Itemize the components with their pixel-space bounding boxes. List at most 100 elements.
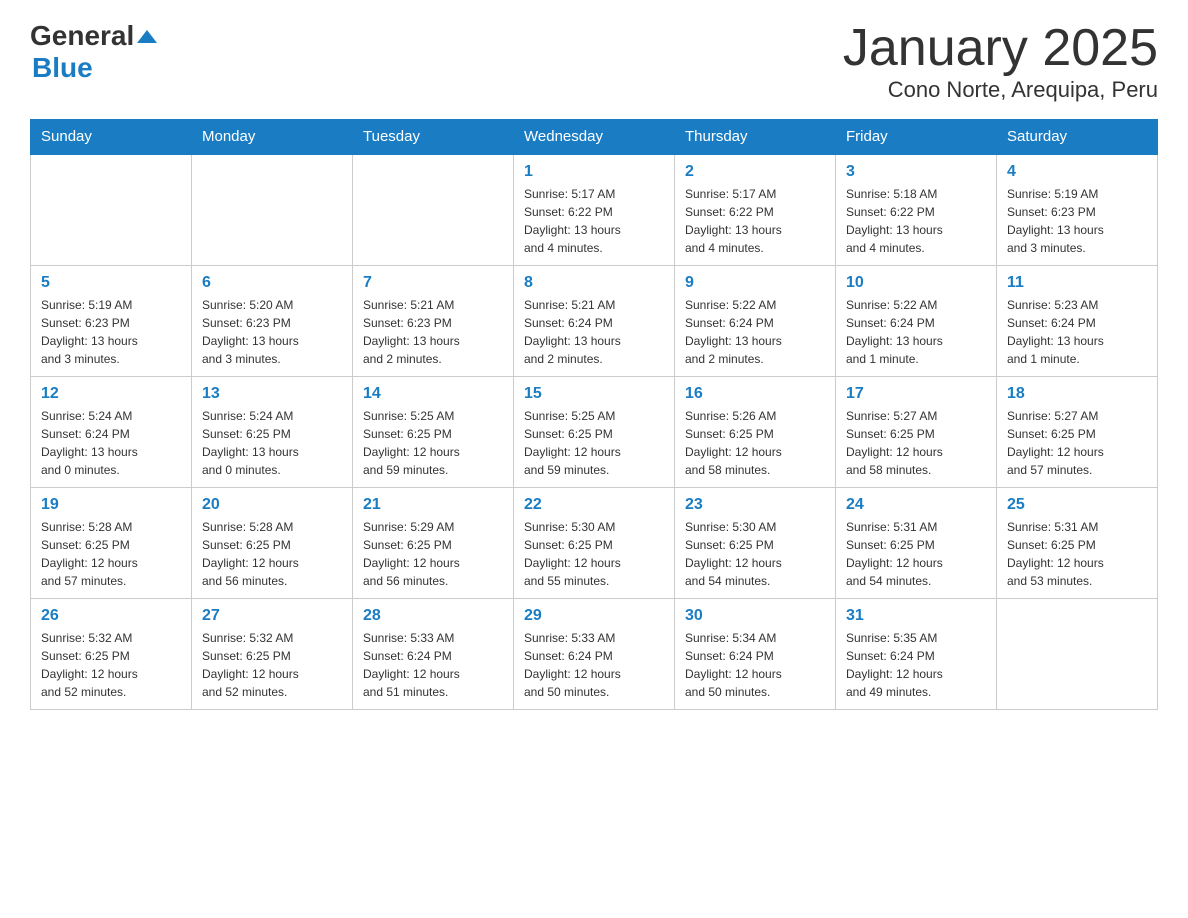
day-number: 2 [685,163,825,181]
day-info: Sunrise: 5:21 AM Sunset: 6:24 PM Dayligh… [524,296,664,368]
calendar-cell: 6Sunrise: 5:20 AM Sunset: 6:23 PM Daylig… [192,266,353,377]
day-info: Sunrise: 5:25 AM Sunset: 6:25 PM Dayligh… [363,407,503,479]
calendar-cell: 29 Sunrise: 5:33 AM Sunset: 6:24 PM Dayli… [514,599,675,710]
day-info: Sunrise: 5:19 AM Sunset: 6:23 PM Dayligh… [1007,185,1147,257]
day-number: 25 [1007,496,1147,514]
day-info: Sunrise: 5:33 AM Sunset: 6:24 PM Dayligh… [363,629,503,701]
day-info: Sunrise: 5:33 AM Sunset: 6:24 PM Dayligh… [524,629,664,701]
calendar-cell: 1 Sunrise: 5:17 AM Sunset: 6:22 PM Daylig… [514,154,675,266]
day-number: 28 [363,607,503,625]
calendar-cell: 28 Sunrise: 5:33 AM Sunset: 6:24 PM Dayli… [353,599,514,710]
day-number: 24 [846,496,986,514]
calendar-cell [353,154,514,266]
calendar-cell: 9 Sunrise: 5:22 AM Sunset: 6:24 PM Daylig… [675,266,836,377]
page-header: General Blue January 2025 Cono Norte, Ar… [30,20,1158,103]
day-number: 15 [524,385,664,403]
calendar-cell [31,154,192,266]
header-row: SundayMondayTuesdayWednesdayThursdayFrid… [31,120,1158,155]
calendar-cell: 22 Sunrise: 5:30 AM Sunset: 6:25 PM Dayli… [514,488,675,599]
calendar-cell: 20 Sunrise: 5:28 AM Sunset: 6:25 PM Dayli… [192,488,353,599]
week-row-1: 1 Sunrise: 5:17 AM Sunset: 6:22 PM Daylig… [31,154,1158,266]
day-number: 22 [524,496,664,514]
day-info: Sunrise: 5:32 AM Sunset: 6:25 PM Dayligh… [202,629,342,701]
day-info: Sunrise: 5:17 AM Sunset: 6:22 PM Dayligh… [524,185,664,257]
calendar-cell: 10Sunrise: 5:22 AM Sunset: 6:24 PM Dayli… [836,266,997,377]
day-info: Sunrise: 5:31 AM Sunset: 6:25 PM Dayligh… [846,518,986,590]
logo-triangle-icon [137,30,157,43]
calendar-cell: 25 Sunrise: 5:31 AM Sunset: 6:25 PM Dayli… [997,488,1158,599]
day-number: 19 [41,496,181,514]
calendar-cell: 18Sunrise: 5:27 AM Sunset: 6:25 PM Dayli… [997,377,1158,488]
day-info: Sunrise: 5:20 AM Sunset: 6:23 PM Dayligh… [202,296,342,368]
day-number: 18 [1007,385,1147,403]
day-number: 29 [524,607,664,625]
calendar-cell: 21Sunrise: 5:29 AM Sunset: 6:25 PM Dayli… [353,488,514,599]
calendar-cell: 27 Sunrise: 5:32 AM Sunset: 6:25 PM Dayli… [192,599,353,710]
calendar-cell: 2Sunrise: 5:17 AM Sunset: 6:22 PM Daylig… [675,154,836,266]
week-row-3: 12Sunrise: 5:24 AM Sunset: 6:24 PM Dayli… [31,377,1158,488]
calendar-cell: 5 Sunrise: 5:19 AM Sunset: 6:23 PM Daylig… [31,266,192,377]
day-info: Sunrise: 5:30 AM Sunset: 6:25 PM Dayligh… [524,518,664,590]
day-number: 31 [846,607,986,625]
logo: General Blue [30,20,157,84]
day-number: 30 [685,607,825,625]
logo-general-text: General [30,20,134,52]
day-header-thursday: Thursday [675,120,836,155]
day-number: 16 [685,385,825,403]
day-info: Sunrise: 5:35 AM Sunset: 6:24 PM Dayligh… [846,629,986,701]
day-info: Sunrise: 5:32 AM Sunset: 6:25 PM Dayligh… [41,629,181,701]
calendar-cell: 3 Sunrise: 5:18 AM Sunset: 6:22 PM Daylig… [836,154,997,266]
day-info: Sunrise: 5:28 AM Sunset: 6:25 PM Dayligh… [202,518,342,590]
day-number: 5 [41,274,181,292]
calendar-table: SundayMondayTuesdayWednesdayThursdayFrid… [30,119,1158,710]
day-number: 8 [524,274,664,292]
day-number: 1 [524,163,664,181]
day-number: 7 [363,274,503,292]
day-number: 27 [202,607,342,625]
calendar-body: 1 Sunrise: 5:17 AM Sunset: 6:22 PM Daylig… [31,154,1158,710]
day-number: 11 [1007,274,1147,292]
day-number: 20 [202,496,342,514]
day-number: 10 [846,274,986,292]
calendar-cell: 19Sunrise: 5:28 AM Sunset: 6:25 PM Dayli… [31,488,192,599]
logo-blue-text: Blue [32,52,93,84]
calendar-cell: 11Sunrise: 5:23 AM Sunset: 6:24 PM Dayli… [997,266,1158,377]
day-number: 26 [41,607,181,625]
day-info: Sunrise: 5:18 AM Sunset: 6:22 PM Dayligh… [846,185,986,257]
day-info: Sunrise: 5:26 AM Sunset: 6:25 PM Dayligh… [685,407,825,479]
calendar-cell: 8 Sunrise: 5:21 AM Sunset: 6:24 PM Daylig… [514,266,675,377]
day-number: 12 [41,385,181,403]
day-info: Sunrise: 5:21 AM Sunset: 6:23 PM Dayligh… [363,296,503,368]
day-header-monday: Monday [192,120,353,155]
calendar-subtitle: Cono Norte, Arequipa, Peru [843,77,1158,103]
day-info: Sunrise: 5:24 AM Sunset: 6:25 PM Dayligh… [202,407,342,479]
calendar-cell: 17Sunrise: 5:27 AM Sunset: 6:25 PM Dayli… [836,377,997,488]
day-header-friday: Friday [836,120,997,155]
calendar-cell: 30 Sunrise: 5:34 AM Sunset: 6:24 PM Dayli… [675,599,836,710]
day-info: Sunrise: 5:34 AM Sunset: 6:24 PM Dayligh… [685,629,825,701]
calendar-cell: 16 Sunrise: 5:26 AM Sunset: 6:25 PM Dayli… [675,377,836,488]
day-header-saturday: Saturday [997,120,1158,155]
calendar-cell: 13 Sunrise: 5:24 AM Sunset: 6:25 PM Dayli… [192,377,353,488]
day-number: 17 [846,385,986,403]
calendar-cell: 7 Sunrise: 5:21 AM Sunset: 6:23 PM Daylig… [353,266,514,377]
day-header-tuesday: Tuesday [353,120,514,155]
calendar-cell [192,154,353,266]
week-row-2: 5 Sunrise: 5:19 AM Sunset: 6:23 PM Daylig… [31,266,1158,377]
week-row-4: 19 Sunrise: 5:28 AM Sunset: 6:25 PM Dayli… [31,488,1158,599]
calendar-header: SundayMondayTuesdayWednesdayThursdayFrid… [31,120,1158,155]
day-info: Sunrise: 5:31 AM Sunset: 6:25 PM Dayligh… [1007,518,1147,590]
day-number: 9 [685,274,825,292]
day-info: Sunrise: 5:19 AM Sunset: 6:23 PM Dayligh… [41,296,181,368]
week-row-5: 26 Sunrise: 5:32 AM Sunset: 6:25 PM Dayli… [31,599,1158,710]
day-info: Sunrise: 5:29 AM Sunset: 6:25 PM Dayligh… [363,518,503,590]
calendar-cell [997,599,1158,710]
calendar-cell: 12Sunrise: 5:24 AM Sunset: 6:24 PM Dayli… [31,377,192,488]
day-info: Sunrise: 5:30 AM Sunset: 6:25 PM Dayligh… [685,518,825,590]
day-info: Sunrise: 5:25 AM Sunset: 6:25 PM Dayligh… [524,407,664,479]
day-number: 13 [202,385,342,403]
day-info: Sunrise: 5:22 AM Sunset: 6:24 PM Dayligh… [685,296,825,368]
day-header-wednesday: Wednesday [514,120,675,155]
day-number: 3 [846,163,986,181]
calendar-cell: 14Sunrise: 5:25 AM Sunset: 6:25 PM Dayli… [353,377,514,488]
